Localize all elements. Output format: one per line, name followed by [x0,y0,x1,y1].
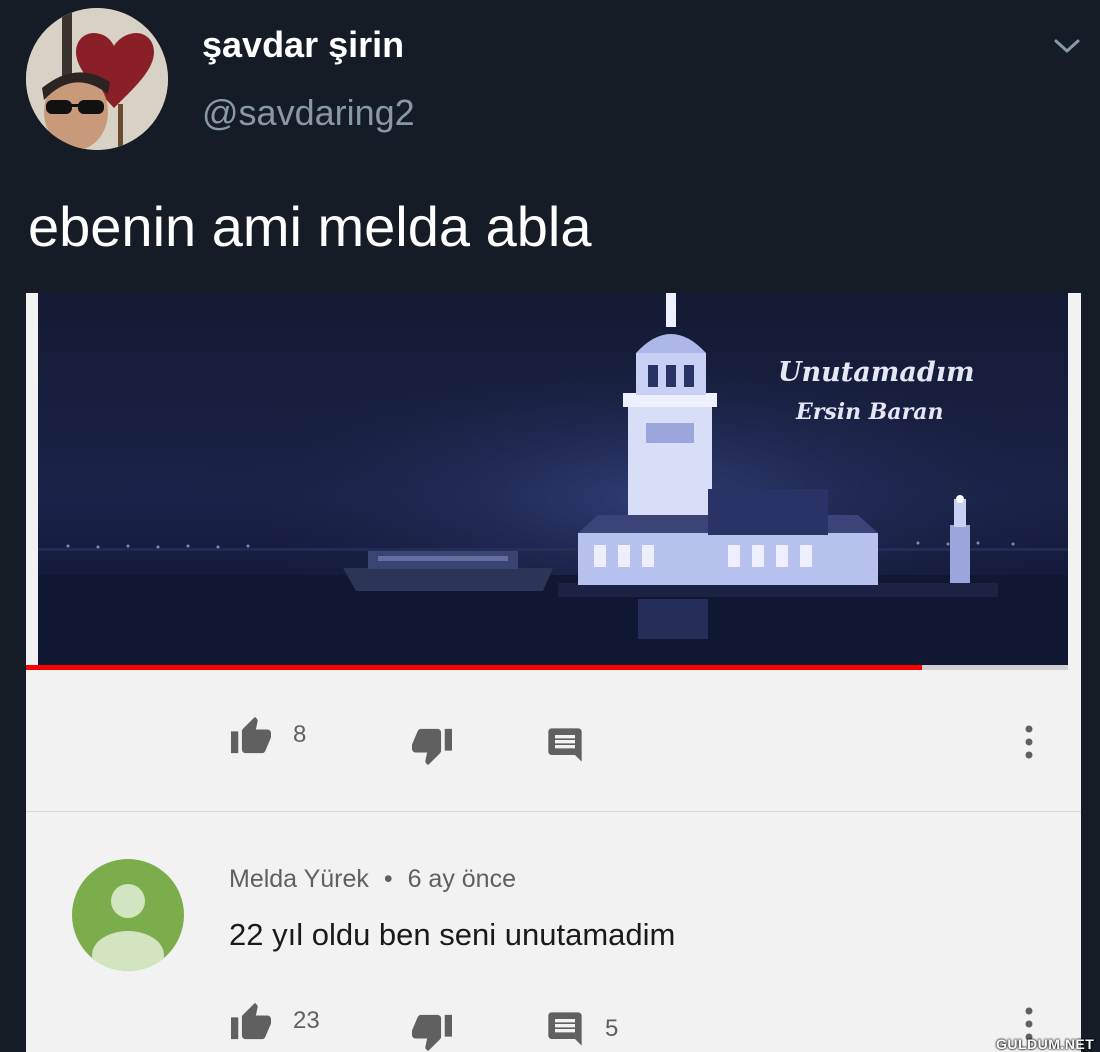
reply-button[interactable] [545,725,585,765]
video-progress-fill [26,665,923,670]
tweet-text: ebenin ami melda abla [28,195,592,258]
commenter-avatar[interactable] [72,859,184,971]
user-handle[interactable]: @savdaring2 [202,92,415,134]
more-options-button[interactable] [1019,723,1039,763]
comment-icon [548,728,582,762]
comment-time[interactable]: 6 ay önce [408,865,516,893]
comment-meta: Melda Yürek • 6 ay önce [229,865,516,894]
thumbs-down-icon [412,728,452,766]
display-name[interactable]: şavdar şirin [202,24,404,66]
media-card[interactable]: Unutamadım Ersin Baran 8 Melda Yürek • 6… [26,293,1081,1052]
comment-text: 22 yıl oldu ben seni unutamadim [229,917,676,952]
divider [26,811,1081,812]
watermark: GULDUM.NET [996,1036,1095,1052]
video-artist: Ersin Baran [796,399,944,425]
more-vert-icon [1025,725,1033,759]
thumbs-up-icon [231,1002,271,1040]
chevron-down-icon[interactable] [1050,34,1084,58]
video-progress-bar[interactable] [26,665,1068,670]
comment-icon [548,1012,582,1046]
comment-reply-count: 5 [605,1015,619,1042]
profile-avatar[interactable] [26,8,168,150]
like-button[interactable]: 8 [229,715,306,755]
dislike-button[interactable] [410,727,454,767]
video-title: Unutamadım [778,357,975,388]
like-count: 8 [293,721,307,748]
comment-reply-button[interactable]: 5 [545,1009,618,1049]
comment-like-button[interactable]: 23 [229,1001,320,1041]
meta-separator: • [383,865,393,893]
thumbs-up-icon [231,716,271,754]
maidens-tower-illustration [38,293,1068,665]
person-icon [92,884,164,971]
comment-author[interactable]: Melda Yürek [229,865,369,893]
comment-like-count: 23 [293,1007,320,1034]
video-thumbnail[interactable]: Unutamadım Ersin Baran [38,293,1068,665]
comment-dislike-button[interactable] [410,1013,454,1052]
thumbs-down-icon [412,1014,452,1052]
